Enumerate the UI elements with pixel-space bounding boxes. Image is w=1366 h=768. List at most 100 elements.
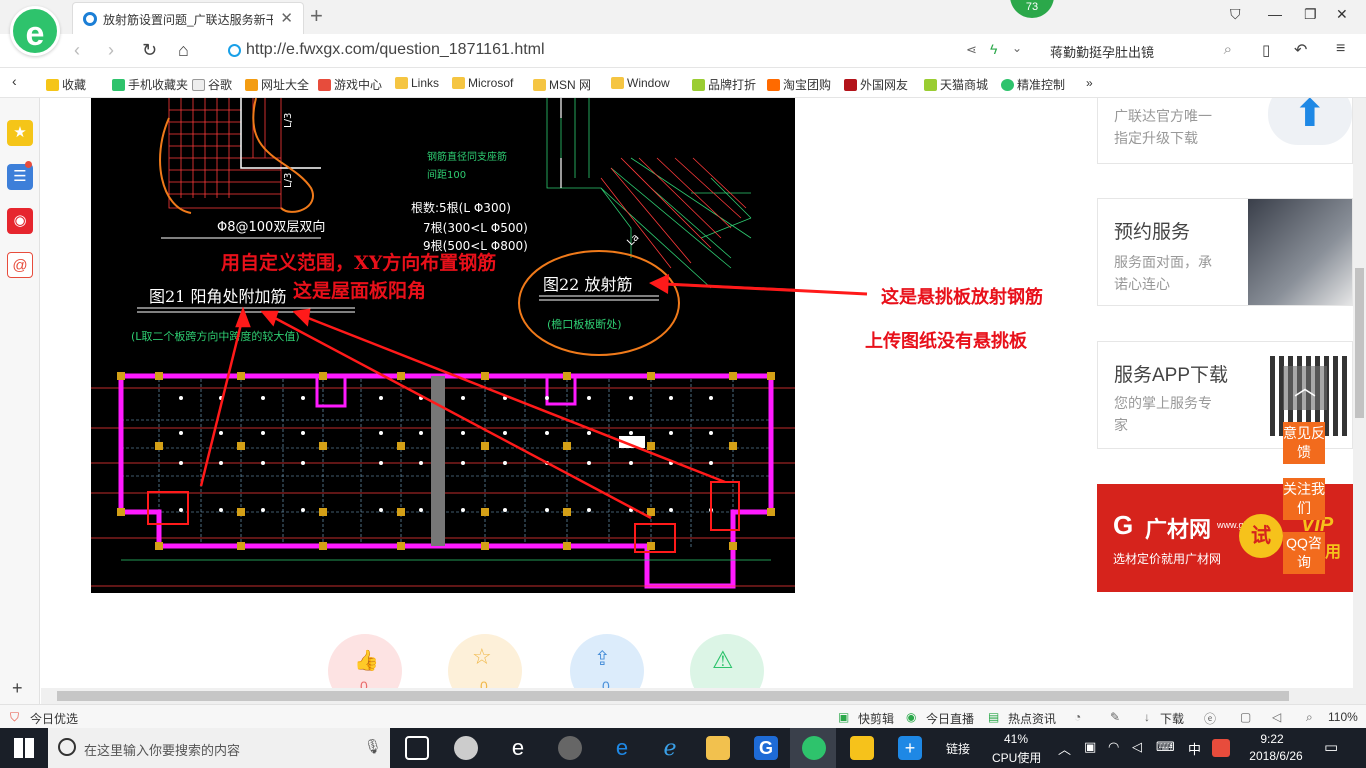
ad-slogan: 选材定价就用广材网 <box>1113 552 1222 566</box>
status-item[interactable]: 下载 <box>1160 710 1184 727</box>
appointment-card[interactable]: 预约服务 服务面对面，承 诺心连心 <box>1097 198 1353 306</box>
sogou-icon[interactable] <box>1212 739 1230 757</box>
bookmarks-collapse-icon[interactable]: ‹ <box>12 73 17 89</box>
clock-time[interactable]: 9:22 <box>1246 732 1298 746</box>
phone-icon <box>112 79 125 91</box>
site-security-icon <box>228 44 241 57</box>
more-bookmarks-icon[interactable]: » <box>1086 76 1093 90</box>
follow-us-button[interactable]: 关注我们 <box>1283 478 1325 520</box>
speaker-icon[interactable]: ◁ <box>1132 739 1142 755</box>
upgrade-card[interactable]: 广联达官方唯一 指定升级下载 ⬆ <box>1097 98 1353 164</box>
search-field[interactable]: 蒋勤勤挺孕肚出镜 ⌕ <box>1048 39 1238 63</box>
wifi-icon[interactable]: ◠ <box>1108 739 1119 755</box>
clock-date[interactable]: 2018/6/26 <box>1246 749 1306 763</box>
vertical-scrollbar[interactable] <box>1353 98 1366 688</box>
bookmark-item[interactable]: 淘宝团购 <box>767 76 831 93</box>
mobile-icon[interactable]: ▯ <box>1262 41 1270 59</box>
bookmark-item[interactable]: 网址大全 <box>245 76 309 93</box>
window-icon[interactable]: ▢ <box>1240 710 1251 724</box>
status-item[interactable]: 今日直播 <box>926 710 974 727</box>
windows-start-icon[interactable] <box>14 738 34 758</box>
tab-close-icon[interactable]: ✕ <box>280 9 293 27</box>
like-button[interactable]: 👍 0 <box>328 634 402 688</box>
browser-icon[interactable]: ⓔ <box>1204 710 1216 727</box>
bookmark-item[interactable]: 精准控制 <box>1001 76 1065 93</box>
bookmark-item[interactable]: 品牌打折 <box>692 76 756 93</box>
bookmark-item[interactable]: 外国网友 <box>844 76 908 93</box>
tray-expand-icon[interactable]: ︿ <box>1058 739 1071 758</box>
chrome-like-icon[interactable] <box>558 736 582 760</box>
bookmark-item[interactable]: 游戏中心 <box>318 76 382 93</box>
shirt-skin-icon[interactable]: ⛉ <box>1230 6 1241 23</box>
zoom-level[interactable]: 110% <box>1328 710 1358 724</box>
add-icon[interactable]: + <box>12 678 23 699</box>
horizontal-scrollbar[interactable] <box>41 688 1366 704</box>
notification-badge[interactable]: 73 <box>1010 0 1054 18</box>
maximize-icon[interactable]: ❐ <box>1304 6 1317 23</box>
keyboard-icon[interactable]: ⌨ <box>1156 739 1175 755</box>
annotation-text: 上传图纸没有悬挑板 <box>865 331 1027 352</box>
flash-icon[interactable]: ϟ <box>990 41 997 57</box>
status-item[interactable]: 快剪辑 <box>858 710 894 727</box>
notes-icon[interactable] <box>850 736 874 760</box>
share-icon[interactable]: ⋖ <box>966 42 977 58</box>
reload-icon[interactable]: ↻ <box>142 40 157 61</box>
ie-icon[interactable]: e <box>506 736 530 760</box>
report-button[interactable]: ⚠ <box>690 634 764 688</box>
bookmark-item[interactable]: Links <box>395 76 439 90</box>
ime-indicator[interactable]: 中 <box>1188 739 1201 758</box>
scrollbar-thumb[interactable] <box>1355 268 1364 418</box>
home-icon[interactable]: ⌂ <box>178 40 189 61</box>
bookmark-item[interactable]: Microsof <box>452 76 513 90</box>
pin-icon[interactable]: ✎ <box>1110 710 1120 724</box>
weibo-icon[interactable]: ◉ <box>7 208 33 234</box>
links-toolbar[interactable]: 链接 <box>946 740 970 757</box>
bookmark-item[interactable]: 手机收藏夹 <box>112 76 188 93</box>
explorer-icon[interactable] <box>706 736 730 760</box>
microphone-icon[interactable]: 🎙 <box>364 738 382 755</box>
rebar-line: 根数:5根(L Φ300) <box>411 200 511 215</box>
forward-icon[interactable]: › <box>108 40 114 61</box>
fig22-title: 图22 放射筋 <box>543 275 632 294</box>
qq-consult-button[interactable]: QQ咨询 <box>1283 532 1325 574</box>
speed-icon[interactable]: ◔ <box>1074 710 1081 724</box>
minimize-icon[interactable]: — <box>1268 6 1282 22</box>
close-window-icon[interactable]: ✕ <box>1336 6 1348 23</box>
bookmark-item[interactable]: Window <box>611 76 670 90</box>
feedback-button[interactable]: 意见反馈 <box>1283 422 1325 464</box>
favorite-button[interactable]: ☆ 0 <box>448 634 522 688</box>
today-picks[interactable]: 今日优选 <box>30 710 78 727</box>
bookmark-item[interactable]: 天猫商城 <box>924 76 988 93</box>
ie-blue-icon[interactable]: ℯ <box>658 736 682 760</box>
game-icon <box>318 79 331 91</box>
url-field[interactable]: http://e.fwxgx.com/question_1871161.html <box>226 39 956 63</box>
bookmark-item[interactable]: MSN 网 <box>533 76 591 93</box>
browser-360-icon[interactable] <box>802 736 826 760</box>
scrollbar-thumb[interactable] <box>57 691 1289 701</box>
glodon-icon[interactable]: G <box>754 736 778 760</box>
browser-tab[interactable]: 放射筋设置问题_广联达服务新干线 ✕ <box>72 2 304 34</box>
favorites-icon[interactable]: ★ <box>7 120 33 146</box>
browser-logo-icon[interactable]: e <box>10 6 60 56</box>
chevron-down-icon[interactable]: ⌄ <box>1012 41 1022 55</box>
menu-icon[interactable]: ≡ <box>1336 40 1345 58</box>
notification-center-icon[interactable]: ▭ <box>1324 738 1338 756</box>
new-tab-button[interactable]: + <box>310 3 323 29</box>
status-item[interactable]: 热点资讯 <box>1008 710 1056 727</box>
task-view-icon[interactable] <box>405 736 429 760</box>
mail-icon[interactable]: @ <box>7 252 33 278</box>
share-icon: ⇪ <box>594 648 611 670</box>
search-icon[interactable]: ⌕ <box>1224 41 1232 58</box>
edge-icon[interactable]: e <box>610 736 634 760</box>
bookmark-item[interactable]: 收藏 <box>46 76 86 93</box>
fan-app-icon[interactable] <box>454 736 478 760</box>
taskbar-search[interactable]: 在这里输入你要搜索的内容 🎙 <box>48 728 390 768</box>
bookmark-item[interactable]: 谷歌 <box>192 76 232 93</box>
back-to-top-button[interactable]: ︿ <box>1283 366 1327 410</box>
plus-app-icon[interactable]: + <box>898 736 922 760</box>
back-icon[interactable]: ‹ <box>74 40 80 61</box>
volume-icon[interactable]: ◁ <box>1272 710 1281 724</box>
undo-icon[interactable]: ↶ <box>1294 40 1307 60</box>
tray-app-icon[interactable]: ▣ <box>1084 739 1096 755</box>
share-button[interactable]: ⇪ 0 <box>570 634 644 688</box>
